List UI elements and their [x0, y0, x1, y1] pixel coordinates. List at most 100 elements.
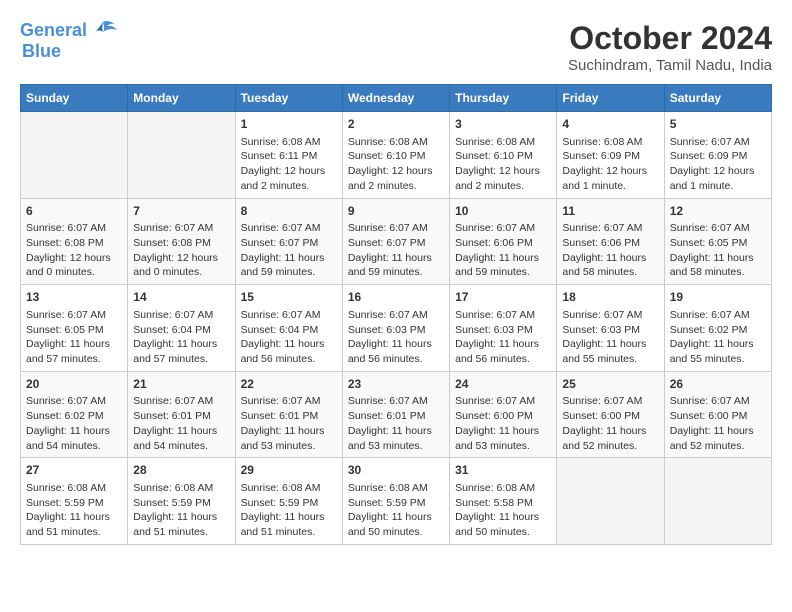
day-number: 13 — [26, 289, 122, 306]
calendar-cell — [128, 112, 235, 199]
day-number: 29 — [241, 462, 337, 479]
day-number: 10 — [455, 203, 551, 220]
day-number: 19 — [670, 289, 766, 306]
calendar-cell: 5 Sunrise: 6:07 AM Sunset: 6:09 PM Daylig… — [664, 112, 771, 199]
calendar-cell: 31Sunrise: 6:08 AM Sunset: 5:58 PM Dayli… — [450, 458, 557, 545]
calendar-cell: 18 Sunrise: 6:07 AM Sunset: 6:03 PM Dayli… — [557, 285, 664, 372]
calendar-cell: 28 Sunrise: 6:08 AM Sunset: 5:59 PM Dayli… — [128, 458, 235, 545]
calendar-cell: 13Sunrise: 6:07 AM Sunset: 6:05 PM Dayli… — [21, 285, 128, 372]
day-info: Sunrise: 6:07 AM Sunset: 6:03 PM Dayligh… — [348, 308, 444, 367]
day-of-week-header: Sunday — [21, 85, 128, 112]
day-info: Sunrise: 6:07 AM Sunset: 6:05 PM Dayligh… — [670, 221, 766, 280]
calendar-cell: 17Sunrise: 6:07 AM Sunset: 6:03 PM Dayli… — [450, 285, 557, 372]
calendar-cell: 22Sunrise: 6:07 AM Sunset: 6:01 PM Dayli… — [235, 371, 342, 458]
calendar-cell: 4 Sunrise: 6:08 AM Sunset: 6:09 PM Daylig… — [557, 112, 664, 199]
calendar-cell: 16 Sunrise: 6:07 AM Sunset: 6:03 PM Dayli… — [342, 285, 449, 372]
day-info: Sunrise: 6:07 AM Sunset: 6:03 PM Dayligh… — [562, 308, 658, 367]
calendar-cell: 11Sunrise: 6:07 AM Sunset: 6:06 PM Dayli… — [557, 198, 664, 285]
day-number: 24 — [455, 376, 551, 393]
calendar-week-row: 20Sunrise: 6:07 AM Sunset: 6:02 PM Dayli… — [21, 371, 772, 458]
day-info: Sunrise: 6:07 AM Sunset: 6:00 PM Dayligh… — [455, 394, 551, 453]
day-number: 9 — [348, 203, 444, 220]
day-number: 8 — [241, 203, 337, 220]
day-number: 20 — [26, 376, 122, 393]
title-section: October 2024 Suchindram, Tamil Nadu, Ind… — [568, 20, 772, 74]
calendar-week-row: 1Sunrise: 6:08 AM Sunset: 6:11 PM Daylig… — [21, 112, 772, 199]
calendar-cell: 6Sunrise: 6:07 AM Sunset: 6:08 PM Daylig… — [21, 198, 128, 285]
calendar-week-row: 6Sunrise: 6:07 AM Sunset: 6:08 PM Daylig… — [21, 198, 772, 285]
day-info: Sunrise: 6:07 AM Sunset: 6:08 PM Dayligh… — [26, 221, 122, 280]
day-of-week-header: Friday — [557, 85, 664, 112]
day-of-week-header: Wednesday — [342, 85, 449, 112]
calendar-cell: 24Sunrise: 6:07 AM Sunset: 6:00 PM Dayli… — [450, 371, 557, 458]
day-info: Sunrise: 6:08 AM Sunset: 5:59 PM Dayligh… — [133, 481, 229, 540]
calendar-body: 1Sunrise: 6:08 AM Sunset: 6:11 PM Daylig… — [21, 112, 772, 545]
day-info: Sunrise: 6:07 AM Sunset: 6:02 PM Dayligh… — [670, 308, 766, 367]
calendar-cell: 1Sunrise: 6:08 AM Sunset: 6:11 PM Daylig… — [235, 112, 342, 199]
calendar-cell: 15 Sunrise: 6:07 AM Sunset: 6:04 PM Dayli… — [235, 285, 342, 372]
day-of-week-header: Tuesday — [235, 85, 342, 112]
day-of-week-header: Thursday — [450, 85, 557, 112]
day-info: Sunrise: 6:08 AM Sunset: 5:58 PM Dayligh… — [455, 481, 551, 540]
calendar-cell: 3 Sunrise: 6:08 AM Sunset: 6:10 PM Daylig… — [450, 112, 557, 199]
calendar-cell: 30 Sunrise: 6:08 AM Sunset: 5:59 PM Dayli… — [342, 458, 449, 545]
day-number: 26 — [670, 376, 766, 393]
calendar-cell: 20Sunrise: 6:07 AM Sunset: 6:02 PM Dayli… — [21, 371, 128, 458]
calendar-cell: 14 Sunrise: 6:07 AM Sunset: 6:04 PM Dayli… — [128, 285, 235, 372]
calendar-header-row: SundayMondayTuesdayWednesdayThursdayFrid… — [21, 85, 772, 112]
day-number: 16 — [348, 289, 444, 306]
day-info: Sunrise: 6:07 AM Sunset: 6:06 PM Dayligh… — [455, 221, 551, 280]
calendar-cell: 10Sunrise: 6:07 AM Sunset: 6:06 PM Dayli… — [450, 198, 557, 285]
location: Suchindram, Tamil Nadu, India — [568, 57, 772, 74]
day-info: Sunrise: 6:08 AM Sunset: 6:10 PM Dayligh… — [455, 135, 551, 194]
day-number: 2 — [348, 116, 444, 133]
day-info: Sunrise: 6:08 AM Sunset: 5:59 PM Dayligh… — [348, 481, 444, 540]
day-info: Sunrise: 6:07 AM Sunset: 6:01 PM Dayligh… — [348, 394, 444, 453]
day-info: Sunrise: 6:07 AM Sunset: 6:07 PM Dayligh… — [348, 221, 444, 280]
calendar-cell: 19 Sunrise: 6:07 AM Sunset: 6:02 PM Dayli… — [664, 285, 771, 372]
logo: General Blue — [20, 20, 117, 62]
calendar-cell: 2Sunrise: 6:08 AM Sunset: 6:10 PM Daylig… — [342, 112, 449, 199]
calendar-cell: 8Sunrise: 6:07 AM Sunset: 6:07 PM Daylig… — [235, 198, 342, 285]
calendar-cell: 27Sunrise: 6:08 AM Sunset: 5:59 PM Dayli… — [21, 458, 128, 545]
day-number: 30 — [348, 462, 444, 479]
day-number: 7 — [133, 203, 229, 220]
day-number: 3 — [455, 116, 551, 133]
calendar-week-row: 27Sunrise: 6:08 AM Sunset: 5:59 PM Dayli… — [21, 458, 772, 545]
calendar-cell: 23Sunrise: 6:07 AM Sunset: 6:01 PM Dayli… — [342, 371, 449, 458]
day-of-week-header: Saturday — [664, 85, 771, 112]
day-info: Sunrise: 6:07 AM Sunset: 6:04 PM Dayligh… — [241, 308, 337, 367]
calendar-table: SundayMondayTuesdayWednesdayThursdayFrid… — [20, 84, 772, 545]
day-info: Sunrise: 6:07 AM Sunset: 6:01 PM Dayligh… — [133, 394, 229, 453]
day-number: 21 — [133, 376, 229, 393]
day-number: 12 — [670, 203, 766, 220]
day-number: 17 — [455, 289, 551, 306]
day-info: Sunrise: 6:07 AM Sunset: 6:02 PM Dayligh… — [26, 394, 122, 453]
day-number: 23 — [348, 376, 444, 393]
logo-bird-icon — [89, 20, 117, 42]
day-info: Sunrise: 6:08 AM Sunset: 5:59 PM Dayligh… — [26, 481, 122, 540]
calendar-cell: 7Sunrise: 6:07 AM Sunset: 6:08 PM Daylig… — [128, 198, 235, 285]
day-info: Sunrise: 6:08 AM Sunset: 6:09 PM Dayligh… — [562, 135, 658, 194]
month-title: October 2024 — [568, 20, 772, 57]
calendar-cell: 21Sunrise: 6:07 AM Sunset: 6:01 PM Dayli… — [128, 371, 235, 458]
day-info: Sunrise: 6:07 AM Sunset: 6:09 PM Dayligh… — [670, 135, 766, 194]
day-number: 28 — [133, 462, 229, 479]
day-number: 14 — [133, 289, 229, 306]
day-of-week-header: Monday — [128, 85, 235, 112]
day-number: 15 — [241, 289, 337, 306]
day-number: 4 — [562, 116, 658, 133]
day-number: 6 — [26, 203, 122, 220]
calendar-cell — [21, 112, 128, 199]
day-number: 18 — [562, 289, 658, 306]
day-info: Sunrise: 6:07 AM Sunset: 6:04 PM Dayligh… — [133, 308, 229, 367]
day-number: 5 — [670, 116, 766, 133]
calendar-cell: 29 Sunrise: 6:08 AM Sunset: 5:59 PM Dayli… — [235, 458, 342, 545]
logo-text: General — [20, 21, 87, 41]
page-header: General Blue October 2024 Suchindram, Ta… — [20, 20, 772, 74]
day-info: Sunrise: 6:07 AM Sunset: 6:00 PM Dayligh… — [670, 394, 766, 453]
calendar-cell: 12Sunrise: 6:07 AM Sunset: 6:05 PM Dayli… — [664, 198, 771, 285]
day-number: 22 — [241, 376, 337, 393]
day-info: Sunrise: 6:07 AM Sunset: 6:01 PM Dayligh… — [241, 394, 337, 453]
day-info: Sunrise: 6:08 AM Sunset: 5:59 PM Dayligh… — [241, 481, 337, 540]
